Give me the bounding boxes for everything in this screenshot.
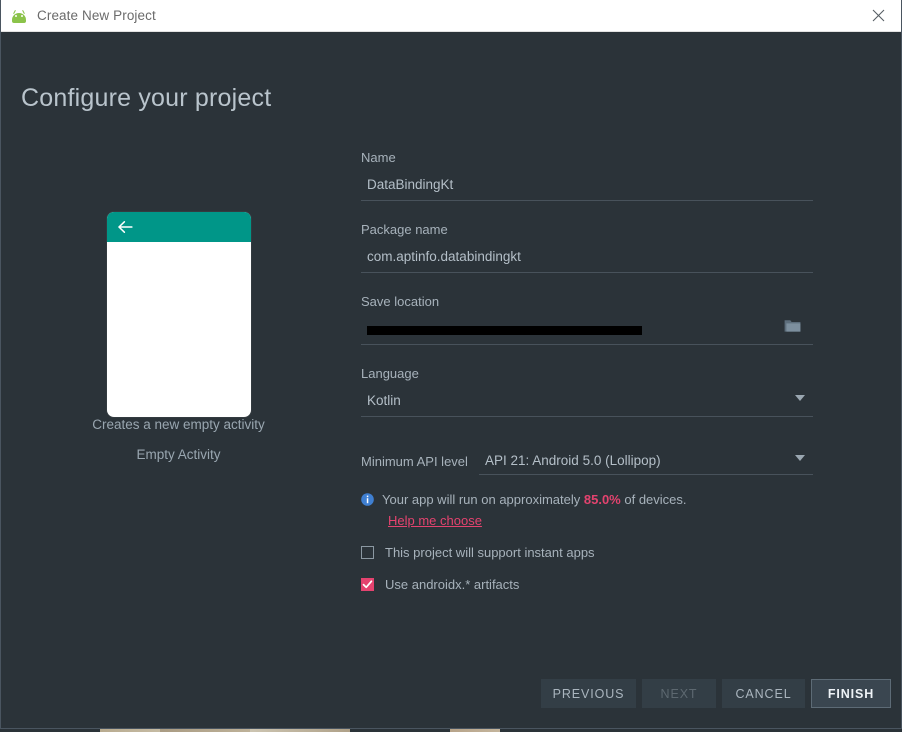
page-title: Configure your project [21, 84, 272, 112]
language-value: Kotlin [367, 393, 401, 408]
next-button: NEXT [642, 679, 716, 708]
close-icon[interactable] [855, 0, 901, 31]
instant-apps-checkbox[interactable] [361, 546, 374, 559]
save-location-label: Save location [361, 294, 440, 309]
language-label: Language [361, 366, 419, 381]
android-robot-icon [11, 8, 27, 24]
device-coverage-text: Your app will run on approximately 85.0%… [382, 492, 687, 507]
redacted-path-bar [367, 326, 642, 336]
coverage-percent: 85.0% [583, 492, 621, 507]
template-name-caption: Empty Activity [136, 447, 221, 462]
field-minimum-api-level: Minimum API level API 21: Android 5.0 (L… [361, 453, 813, 475]
back-arrow-icon [117, 221, 133, 233]
window-title: Create New Project [37, 8, 156, 23]
minimum-api-level-select[interactable]: API 21: Android 5.0 (Lollipop) [479, 453, 813, 475]
field-package-name: Package name com.aptinfo.databindingkt [361, 222, 813, 273]
coverage-text-after: of devices. [624, 492, 687, 507]
check-icon [362, 580, 373, 589]
dialog-body: Configure your project Empty Activity Cr… [1, 32, 901, 728]
save-location-input[interactable] [361, 318, 813, 345]
titlebar: Create New Project [1, 0, 901, 32]
folder-icon[interactable] [784, 318, 801, 333]
field-save-location: Save location [361, 294, 813, 345]
name-input[interactable]: DataBindingKt [361, 177, 813, 201]
field-language: Language Kotlin [361, 366, 813, 417]
finish-button[interactable]: FINISH [811, 679, 891, 708]
instant-apps-label: This project will support instant apps [385, 545, 595, 560]
cancel-button[interactable]: CANCEL [722, 679, 805, 708]
preview-appbar [106, 212, 251, 242]
language-select[interactable]: Kotlin [361, 393, 813, 417]
name-label: Name [361, 150, 396, 165]
previous-button[interactable]: PREVIOUS [541, 679, 636, 708]
minimum-api-level-value: API 21: Android 5.0 (Lollipop) [485, 453, 661, 468]
chevron-down-icon[interactable] [795, 395, 805, 401]
package-name-input[interactable]: com.aptinfo.databindingkt [361, 249, 813, 273]
help-me-choose-link[interactable]: Help me choose [388, 513, 813, 528]
field-name: Name DataBindingKt [361, 150, 813, 201]
template-preview-image [106, 212, 251, 417]
chevron-down-icon[interactable] [795, 455, 805, 461]
create-new-project-dialog: Create New Project Configure your projec… [0, 0, 902, 729]
androidx-label: Use androidx.* artifacts [385, 577, 520, 592]
project-configuration-form: Name DataBindingKt Package name com.apti… [361, 150, 813, 592]
package-name-label: Package name [361, 222, 448, 237]
androidx-checkbox[interactable] [361, 578, 374, 591]
checkbox-row-instant-apps[interactable]: This project will support instant apps [361, 545, 813, 560]
info-icon [361, 493, 374, 506]
coverage-text-before: Your app will run on approximately [382, 492, 581, 507]
device-coverage-info: Your app will run on approximately 85.0%… [361, 492, 813, 507]
checkbox-row-androidx[interactable]: Use androidx.* artifacts [361, 577, 813, 592]
minimum-api-level-label: Minimum API level [361, 454, 468, 469]
dialog-footer: PREVIOUS NEXT CANCEL FINISH [1, 667, 901, 728]
template-description: Creates a new empty activity [92, 417, 265, 432]
